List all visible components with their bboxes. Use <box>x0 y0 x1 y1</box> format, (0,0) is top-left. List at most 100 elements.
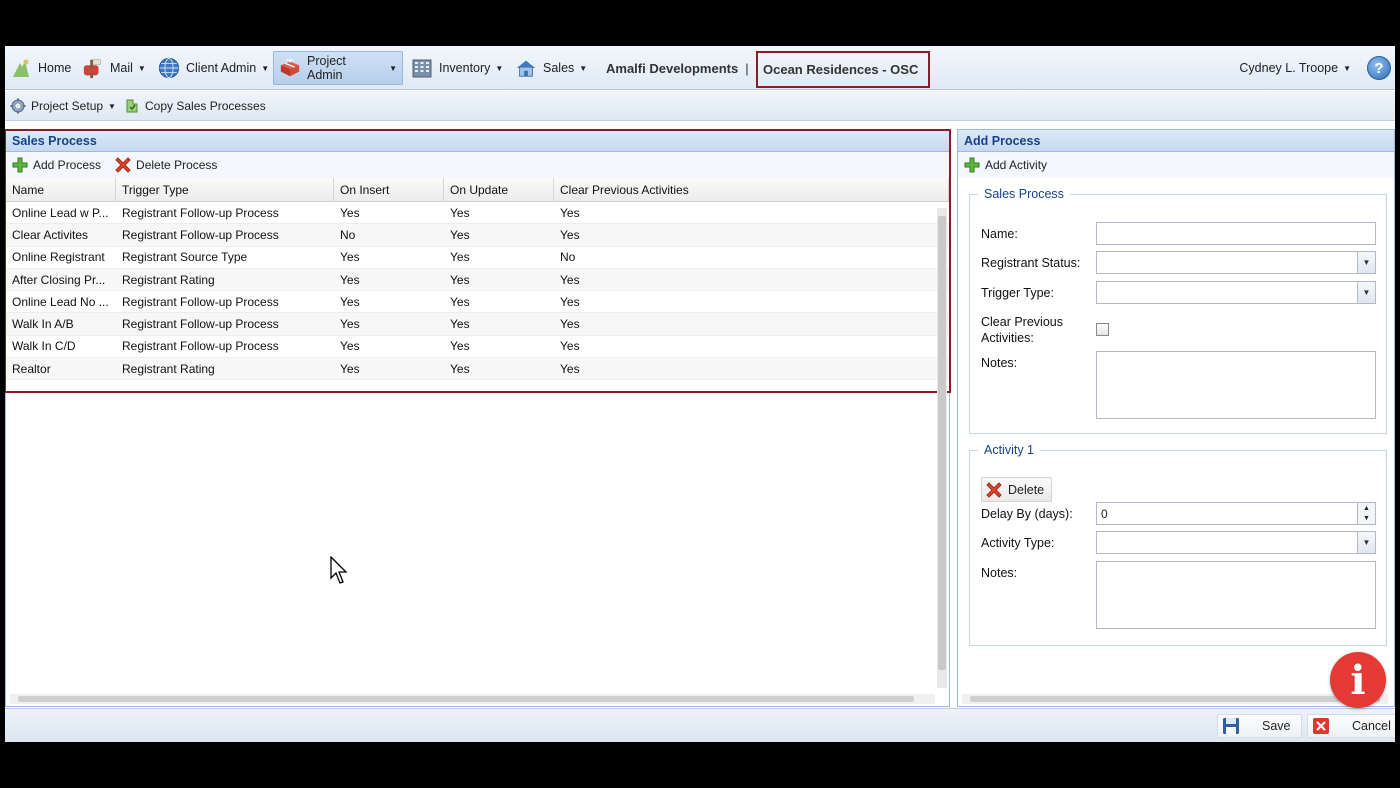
activity-type-label: Activity Type: <box>981 536 1055 550</box>
info-icon: i <box>1350 656 1366 704</box>
help-icon: ? <box>1374 59 1384 77</box>
chevron-down-icon: ▼ <box>261 63 270 73</box>
chevron-down-icon: ▼ <box>1343 63 1351 73</box>
grid-header-row: Name Trigger Type On Insert On Update Cl… <box>6 178 949 202</box>
table-row[interactable]: Walk In A/B Registrant Follow-up Process… <box>6 313 949 336</box>
floppy-disk-icon <box>1222 717 1240 735</box>
menu-sales[interactable]: Sales ▼ <box>510 51 592 85</box>
fieldset-legend: Sales Process <box>984 187 1064 201</box>
cell-clear-previous: No <box>560 250 576 265</box>
chevron-down-icon[interactable]: ▼ <box>1363 515 1370 522</box>
cell-on-insert: Yes <box>340 205 360 220</box>
trigger-type-select[interactable]: ▼ <box>1096 281 1376 304</box>
column-header-clear-previous-activities[interactable]: Clear Previous Activities <box>554 178 949 201</box>
cell-name: Walk In A/B <box>12 317 74 332</box>
user-menu[interactable]: Cydney L. Troope ▼ <box>1239 51 1351 85</box>
project-setup-menu[interactable]: Project Setup ▼ <box>10 95 116 117</box>
cell-on-update: Yes <box>450 250 470 265</box>
add-process-label: Add Process <box>33 158 102 172</box>
menu-inventory-label: Inventory <box>439 61 491 75</box>
scrollbar-thumb[interactable] <box>18 696 914 702</box>
panel-title: Sales Process <box>12 133 97 148</box>
add-activity-button[interactable]: Add Activity <box>964 157 1047 173</box>
delay-by-stepper[interactable]: 0 ▲ ▼ <box>1096 502 1376 525</box>
table-row[interactable]: Realtor Registrant Rating Yes Yes Yes <box>6 358 949 381</box>
form-horizontal-scrollbar[interactable] <box>962 694 1388 704</box>
name-field[interactable] <box>1096 222 1376 245</box>
cell-trigger-type: Registrant Source Type <box>122 250 248 265</box>
cell-clear-previous: Yes <box>560 339 580 354</box>
clear-previous-checkbox[interactable] <box>1096 323 1109 336</box>
cell-on-insert: Yes <box>340 361 360 376</box>
delete-activity-button[interactable]: Delete <box>981 477 1053 502</box>
table-row[interactable]: After Closing Pr... Registrant Rating Ye… <box>6 268 949 292</box>
scrollbar-thumb[interactable] <box>938 216 946 670</box>
menu-project-admin[interactable]: Project Admin ▼ <box>273 51 403 85</box>
table-row[interactable]: Online Registrant Registrant Source Type… <box>6 247 949 269</box>
table-row[interactable]: Clear Activites Registrant Follow-up Pro… <box>6 224 949 247</box>
menu-mail[interactable]: Mail ▼ <box>77 51 151 85</box>
column-header-trigger-type[interactable]: Trigger Type <box>116 178 334 201</box>
add-process-button[interactable]: Add Process <box>12 157 101 173</box>
cell-trigger-type: Registrant Follow-up Process <box>122 227 279 242</box>
help-button[interactable]: ? <box>1367 56 1391 80</box>
chevron-down-icon: ▼ <box>579 63 588 73</box>
activity-notes-textarea[interactable] <box>1096 561 1376 629</box>
building-icon <box>411 57 433 79</box>
copy-sales-processes-button[interactable]: Copy Sales Processes <box>124 95 266 117</box>
scrollbar-thumb[interactable] <box>970 696 1380 702</box>
bottom-action-bar: Save Cancel <box>5 708 1395 742</box>
chevron-down-icon: ▼ <box>137 63 146 73</box>
menu-inventory[interactable]: Inventory ▼ <box>406 51 508 85</box>
column-header-on-update[interactable]: On Update <box>444 178 554 201</box>
chevron-down-icon[interactable]: ▼ <box>1357 532 1375 553</box>
delete-x-icon <box>115 157 131 173</box>
info-button[interactable]: i <box>1330 652 1386 708</box>
cell-clear-previous: Yes <box>560 361 580 376</box>
menu-mail-label: Mail <box>110 61 133 75</box>
notes-textarea[interactable] <box>1096 351 1376 419</box>
breadcrumb-project[interactable]: Ocean Residences - OSC <box>756 51 931 88</box>
menu-sales-label: Sales <box>543 61 575 75</box>
sales-process-panel: Sales Process Add Process Delete Process… <box>5 129 951 707</box>
add-icon <box>964 157 980 173</box>
menu-home[interactable]: Home <box>5 51 76 85</box>
chevron-down-icon[interactable]: ▼ <box>1357 252 1375 273</box>
mouse-cursor-icon <box>330 555 350 589</box>
breadcrumb-company[interactable]: Amalfi Developments | <box>606 51 749 85</box>
menu-client-admin[interactable]: Client Admin ▼ <box>153 51 274 85</box>
gear-icon <box>10 98 26 114</box>
column-header-name[interactable]: Name <box>6 178 116 201</box>
activity-type-select[interactable]: ▼ <box>1096 531 1376 554</box>
house-icon <box>515 57 537 79</box>
fieldset-legend: Activity 1 <box>984 443 1035 457</box>
sales-process-fieldset: Sales Process Name: Registrant Status: ▼… <box>969 187 1387 434</box>
chevron-up-icon[interactable]: ▲ <box>1363 505 1370 512</box>
save-label: Save <box>1262 719 1291 733</box>
sales-process-grid: Name Trigger Type On Insert On Update Cl… <box>6 178 949 381</box>
project-setup-label: Project Setup <box>31 99 104 113</box>
cell-on-update: Yes <box>450 339 470 354</box>
delete-x-icon <box>986 481 1002 498</box>
table-row[interactable]: Online Lead No ... Registrant Follow-up … <box>6 291 949 314</box>
chevron-down-icon[interactable]: ▼ <box>1357 282 1375 303</box>
cell-clear-previous: Yes <box>560 272 580 287</box>
delete-process-button[interactable]: Delete Process <box>115 157 217 173</box>
table-row[interactable]: Online Lead w P... Registrant Follow-up … <box>6 202 949 225</box>
copy-icon <box>124 98 140 114</box>
cell-trigger-type: Registrant Rating <box>122 272 215 287</box>
cell-clear-previous: Yes <box>560 227 580 242</box>
column-header-on-insert[interactable]: On Insert <box>334 178 444 201</box>
cancel-button[interactable]: Cancel <box>1307 714 1395 738</box>
menu-home-label: Home <box>38 61 72 75</box>
cell-trigger-type: Registrant Follow-up Process <box>122 339 279 354</box>
cell-on-insert: Yes <box>340 250 360 265</box>
table-row[interactable]: Walk In C/D Registrant Follow-up Process… <box>6 336 949 359</box>
registrant-status-select[interactable]: ▼ <box>1096 251 1376 274</box>
grid-horizontal-scrollbar[interactable] <box>10 694 935 704</box>
sales-process-panel-header: Sales Process <box>6 130 949 152</box>
name-label: Name: <box>981 227 1018 241</box>
cell-trigger-type: Registrant Follow-up Process <box>122 317 279 332</box>
save-button[interactable]: Save <box>1217 714 1302 738</box>
grid-vertical-scrollbar[interactable] <box>937 208 947 688</box>
